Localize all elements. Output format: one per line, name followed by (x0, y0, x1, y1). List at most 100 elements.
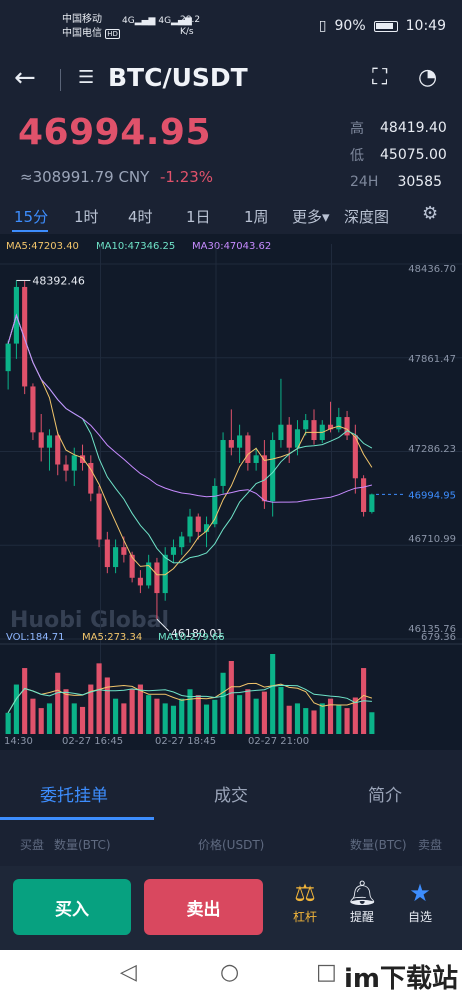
volume-bar (30, 698, 36, 734)
buy-button[interactable]: 买入 (13, 879, 131, 935)
volume-bar (319, 703, 325, 734)
candle-body (46, 435, 53, 448)
price-summary: 46994.95 ≈308991.79 CNY -1.23% 高 48419.40… (0, 108, 462, 198)
candle-body (179, 536, 185, 548)
ob-amount-left: 数量(BTC) (54, 838, 111, 852)
volume-bar (327, 698, 334, 734)
net-type-2: 4G (158, 16, 172, 26)
volume-bar (71, 703, 77, 734)
candle-body (170, 547, 177, 555)
favorite-button[interactable]: ★ 自选 (395, 878, 445, 925)
volume-bar (245, 689, 251, 734)
nav-recents-icon[interactable]: □ (316, 960, 337, 985)
chart-settings-icon[interactable]: ⚙ (422, 203, 438, 224)
tab-more[interactable]: 更多▾ (292, 206, 330, 227)
tab-1d[interactable]: 1日 (186, 206, 211, 227)
volume-bar (38, 708, 44, 734)
volume-bar (46, 703, 53, 734)
ob-sell-side: 卖盘 (418, 838, 443, 852)
leverage-button[interactable]: ⚖ 杠杆 (280, 878, 330, 925)
market-list-icon[interactable]: ☰ (78, 67, 94, 88)
tab-trades[interactable]: 成交 (214, 781, 248, 806)
candle-body (228, 440, 234, 448)
nav-home-icon[interactable]: ○ (220, 960, 239, 985)
current-price-label: 46994.95 (408, 490, 456, 501)
vol-vol-label: VOL:184.71 (6, 632, 64, 643)
action-bar: 买入 卖出 ⚖ 杠杆 🔔︎ 提醒 ★ 自选 (0, 866, 462, 950)
ob-buy-side: 买盘 (20, 838, 45, 852)
net-speed: 28.2 K/s (180, 15, 201, 37)
back-arrow-icon[interactable]: ← (14, 63, 36, 93)
ob-price: 价格(USDT) (198, 838, 265, 852)
x-axis-label: 02-27 16:45 (62, 736, 123, 747)
volume-bar (369, 712, 375, 734)
signal-icon: ▂▄▆ (134, 16, 156, 26)
volume-bar (195, 695, 201, 734)
active-tab-underline (12, 230, 48, 232)
candle-body (253, 455, 259, 463)
y-axis-label: 47861.47 (408, 354, 456, 365)
status-bar: 中国移动 中国电信 HD 4G▂▄▆ 4G▂▄▆ 28.2 K/s ▯ 90% … (0, 0, 462, 55)
cny-price: ≈308991.79 CNY (20, 168, 150, 186)
candle-body (113, 547, 119, 568)
stat-high: 高 48419.40 (350, 119, 447, 137)
high-marker-label: 48392.46 (32, 274, 85, 287)
candle-body (79, 455, 86, 463)
volume-bar (203, 704, 210, 734)
candle-body (311, 420, 317, 441)
timeframe-bar: 15分 1时 4时 1日 1周 更多▾ 深度图 ⚙ (0, 198, 462, 234)
volume-bar (336, 704, 342, 734)
vol-max-label: 679.36 (421, 632, 456, 643)
speed-gauge-icon[interactable]: ◔ (418, 65, 437, 90)
detail-tabs: 委托挂单 成交 简介 (0, 765, 462, 821)
candle-body (129, 554, 135, 578)
candle-body (104, 539, 110, 568)
alert-button[interactable]: 🔔︎ 提醒 (337, 878, 387, 925)
trading-pair[interactable]: BTC/USDT (108, 63, 248, 92)
x-axis-label: 02-27 18:45 (155, 736, 216, 747)
tab-1h[interactable]: 1时 (74, 206, 99, 227)
nav-back-icon[interactable]: ◁ (120, 960, 137, 985)
kline-chart[interactable]: MA5:47203.40 MA10:47346.25 MA30:47043.62… (0, 234, 462, 750)
volume-bar (286, 705, 292, 734)
volume-bar (212, 699, 218, 734)
candle-body (38, 432, 44, 448)
tab-4h[interactable]: 4时 (128, 206, 153, 227)
candle-body (237, 435, 243, 448)
candle-body (220, 440, 226, 486)
header-divider (60, 69, 61, 91)
tab-1w[interactable]: 1周 (244, 206, 269, 227)
status-right: ▯ 90% 10:49 (319, 18, 446, 34)
volume-bar (113, 698, 119, 734)
volume-bar (311, 710, 317, 734)
tab-depth[interactable]: 深度图 (344, 206, 389, 227)
ma30-line (7, 313, 373, 503)
fullscreen-icon[interactable]: ⛶ (372, 65, 387, 90)
volume-bar (22, 668, 28, 734)
candle-body (137, 577, 143, 586)
hd-badge: HD (105, 29, 120, 39)
candle-body (63, 464, 69, 471)
system-nav-bar: ◁ ○ □ im下载站 (0, 950, 462, 1000)
ob-amount-right: 数量(BTC) (350, 838, 407, 852)
candle-body (71, 455, 77, 471)
vibrate-icon: ▯ (318, 18, 327, 34)
candle-body (245, 435, 251, 463)
candle-body (154, 562, 160, 594)
sell-button[interactable]: 卖出 (144, 879, 263, 935)
tab-15m[interactable]: 15分 (14, 206, 48, 227)
tab-intro[interactable]: 简介 (368, 781, 402, 806)
carrier-2: 中国电信 (62, 28, 102, 39)
volume-bar (146, 695, 152, 734)
volume-bar (121, 703, 127, 734)
volume-bar (79, 706, 86, 734)
tab-orders[interactable]: 委托挂单 (40, 781, 108, 806)
candle-body (121, 547, 127, 555)
candlestick-svg: 48436.7047861.4747286.2346710.9946135.76… (0, 244, 462, 747)
last-price: 46994.95 (18, 112, 212, 153)
volume-bar (237, 695, 243, 734)
candle-body (303, 420, 309, 430)
volume-bar (55, 672, 61, 734)
x-axis-label: 02-27 21:00 (248, 736, 309, 747)
carrier-info: 中国移动 中国电信 HD (62, 13, 120, 41)
